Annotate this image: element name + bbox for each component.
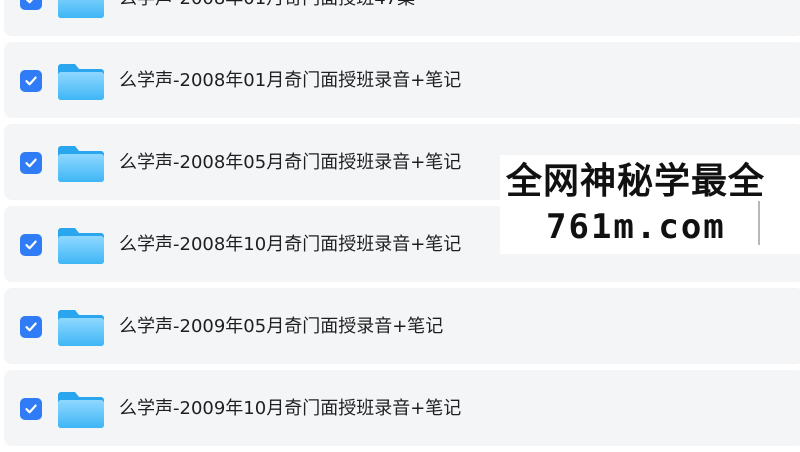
row-checkbox[interactable] bbox=[20, 70, 42, 92]
watermark-divider bbox=[758, 201, 760, 245]
file-name[interactable]: 么学声-2009年10月奇门面授班录音+笔记 bbox=[119, 397, 461, 421]
file-name[interactable]: 么学声-2009年05月奇门面授录音+笔记 bbox=[119, 315, 443, 339]
watermark-url: 761m.com bbox=[546, 207, 726, 247]
check-icon bbox=[25, 158, 37, 168]
check-icon bbox=[25, 240, 37, 250]
folder-icon bbox=[58, 0, 104, 18]
check-icon bbox=[25, 322, 37, 332]
watermark-title: 全网神秘学最全 bbox=[506, 161, 766, 202]
folder-icon bbox=[58, 308, 104, 346]
folder-icon bbox=[58, 144, 104, 182]
folder-icon bbox=[58, 226, 104, 264]
file-row[interactable]: 么学声-2008年01月奇门面授班录音+笔记 bbox=[4, 42, 800, 118]
row-checkbox[interactable] bbox=[20, 234, 42, 256]
row-checkbox[interactable] bbox=[20, 398, 42, 420]
row-checkbox[interactable] bbox=[20, 316, 42, 338]
row-checkbox[interactable] bbox=[20, 0, 42, 10]
folder-icon bbox=[58, 62, 104, 100]
check-icon bbox=[25, 404, 37, 414]
folder-icon bbox=[58, 390, 104, 428]
watermark: 全网神秘学最全 761m.com bbox=[500, 155, 800, 254]
file-row[interactable]: 么学声-2009年05月奇门面授录音+笔记 bbox=[4, 288, 800, 364]
row-checkbox[interactable] bbox=[20, 152, 42, 174]
file-row[interactable]: 么学声-2009年10月奇门面授班录音+笔记 bbox=[4, 370, 800, 446]
check-icon bbox=[25, 0, 34, 4]
file-name[interactable]: 么学声-2008年01月奇门面授班47集 bbox=[119, 0, 415, 11]
check-icon bbox=[25, 76, 37, 86]
file-name[interactable]: 么学声-2008年01月奇门面授班录音+笔记 bbox=[119, 69, 461, 93]
file-name[interactable]: 么学声-2008年05月奇门面授班录音+笔记 bbox=[119, 151, 461, 175]
file-name[interactable]: 么学声-2008年10月奇门面授班录音+笔记 bbox=[119, 233, 461, 257]
file-row[interactable]: 么学声-2008年01月奇门面授班47集 bbox=[4, 0, 800, 36]
